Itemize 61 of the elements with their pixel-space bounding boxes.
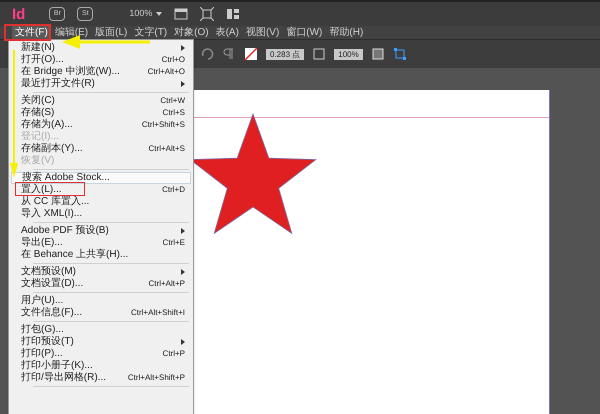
shortcut-label: Ctrl+S xyxy=(162,107,185,119)
menu-item[interactable]: 打开(O)... Ctrl+O xyxy=(11,54,191,66)
highlight-rectangle xyxy=(4,24,51,41)
arrange-icon[interactable] xyxy=(226,7,240,21)
paragraph-icon[interactable] xyxy=(222,47,236,61)
menu-item[interactable]: 版面(L) xyxy=(92,26,130,39)
app-logo: Id xyxy=(12,6,26,22)
shortcut-label: Ctrl+Alt+O xyxy=(148,66,185,78)
menu-item[interactable]: 在 Bridge 中浏览(W)... Ctrl+Alt+O xyxy=(11,66,191,78)
view-options-icon[interactable] xyxy=(200,7,214,21)
menu-item[interactable]: 最近打开文件(R) xyxy=(11,78,191,90)
rotate-icon[interactable] xyxy=(200,47,214,61)
menu-item[interactable]: 编辑(E) xyxy=(52,26,92,39)
opacity-field[interactable]: 100% xyxy=(334,48,363,60)
menu-item[interactable]: 文件(F) xyxy=(12,26,51,39)
screen-mode-icon[interactable] xyxy=(174,7,188,21)
shortcut-label: Ctrl+Alt+Shift+I xyxy=(130,307,185,319)
shortcut-label: Ctrl+W xyxy=(160,95,185,107)
zoom-dropdown[interactable]: 100% xyxy=(129,7,162,21)
stroke-weight-field[interactable]: 0.283 点 xyxy=(266,48,304,60)
menu-item[interactable]: Adobe PDF 预设(B) xyxy=(11,225,191,237)
shortcut-label: Ctrl+P xyxy=(162,348,185,360)
menu-item[interactable]: 存储(S) Ctrl+S xyxy=(11,107,191,119)
menu-item[interactable]: 帮助(H) xyxy=(326,26,366,39)
menu-item[interactable]: 打包(G)... xyxy=(11,324,191,336)
align-icon[interactable] xyxy=(370,47,385,61)
shortcut-label: Ctrl+Alt+S xyxy=(148,143,185,155)
fill-swatch-icon[interactable] xyxy=(244,47,258,61)
menu-item[interactable]: 打印(P)... Ctrl+P xyxy=(11,348,191,360)
menu-item[interactable]: 用户(U)... xyxy=(11,295,191,307)
menu-item[interactable]: 在 Behance 上共享(H)... xyxy=(11,249,191,261)
menu-item[interactable]: 新建(N) xyxy=(11,42,191,54)
shortcut-label: Ctrl+Shift+S xyxy=(142,119,185,131)
shortcut-label: Ctrl+D xyxy=(162,184,185,196)
menu-item[interactable]: 置入(L)... Ctrl+D xyxy=(11,184,191,196)
menu-item[interactable]: 对象(O) xyxy=(171,26,212,39)
menu-item[interactable]: 文档设置(D)... Ctrl+Alt+P xyxy=(11,278,191,290)
menu-item[interactable]: 窗口(W) xyxy=(283,26,326,39)
highlight-rectangle xyxy=(15,182,85,196)
menu-item[interactable]: 从 CC 库置入... xyxy=(11,196,191,208)
shortcut-label: Ctrl+E xyxy=(162,237,185,249)
caret-icon xyxy=(156,12,162,16)
menu-item[interactable]: 视图(V) xyxy=(242,26,282,39)
menu-item[interactable]: 表(A) xyxy=(212,26,242,39)
menu-item[interactable]: 打印/导出网格(R)... Ctrl+Alt+Shift+P xyxy=(11,372,191,384)
menu-item[interactable]: 打印小册子(K)... xyxy=(11,360,191,372)
frame-icon[interactable] xyxy=(312,47,326,61)
menu-item[interactable]: 搜索 Adobe Stock... xyxy=(11,172,191,184)
menu-item[interactable]: 导入 XML(I)... xyxy=(11,208,191,220)
menu-item[interactable]: 导出(E)... Ctrl+E xyxy=(11,237,191,249)
menu-item[interactable]: 文件信息(F)... Ctrl+Alt+Shift+I xyxy=(11,307,191,319)
menu-item[interactable]: 打印预设(T) xyxy=(11,336,191,348)
menu-item[interactable]: 存储为(A)... Ctrl+Shift+S xyxy=(11,119,191,131)
shortcut-label: Ctrl+Alt+P xyxy=(148,278,185,290)
menu-item[interactable]: 存储副本(Y)... Ctrl+Alt+S xyxy=(11,143,191,155)
shortcut-label: Ctrl+O xyxy=(162,54,185,66)
shortcut-label: Ctrl+Alt+Shift+P xyxy=(128,372,185,384)
menu-item[interactable]: 文档预设(M) xyxy=(11,266,191,278)
menu-item[interactable]: 文字(T) xyxy=(131,26,170,39)
frame-fit-icon[interactable] xyxy=(392,47,407,61)
menu-item[interactable]: 关闭(C) Ctrl+W xyxy=(11,95,191,107)
